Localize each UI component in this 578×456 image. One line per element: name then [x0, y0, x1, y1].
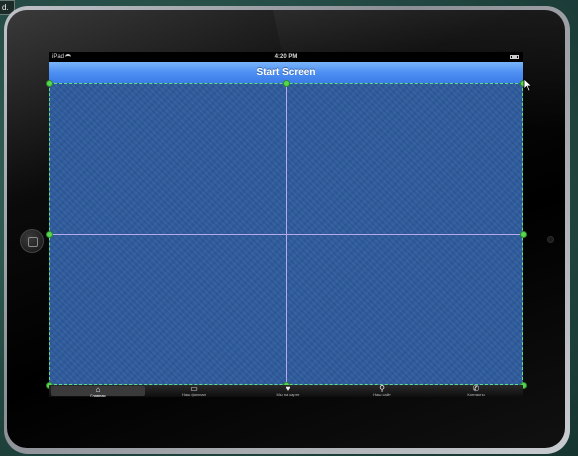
- device-screen: iPad 4:20 PM Start Screen ⌂ Главная ▭ На…: [46, 52, 527, 398]
- tab-branch[interactable]: ▭ Наш филиал: [147, 385, 241, 397]
- selection-outline: [49, 83, 523, 385]
- resize-handle-top-left[interactable]: [46, 80, 53, 87]
- status-bar: iPad 4:20 PM: [49, 52, 523, 62]
- tab-contacts[interactable]: ✆ Контакты: [429, 385, 523, 397]
- camera-icon: [547, 236, 554, 243]
- home-button[interactable]: [20, 229, 44, 253]
- resize-handle-middle-left[interactable]: [46, 231, 53, 238]
- tab-label: Контакты: [467, 392, 485, 397]
- tab-label: Наш филиал: [181, 392, 207, 397]
- tab-label: Главная: [90, 393, 106, 398]
- tab-bar: ⌂ Главная ▭ Наш филиал ♥ Мы на карте ⚲ Н…: [49, 385, 523, 398]
- battery-icon: [510, 55, 519, 59]
- nav-title: Start Screen: [256, 67, 316, 78]
- tab-map[interactable]: ♥ Мы на карте: [241, 385, 335, 397]
- content-view[interactable]: [46, 80, 527, 389]
- resize-handle-middle-right[interactable]: [520, 231, 527, 238]
- mouse-cursor-icon: [523, 78, 533, 92]
- tab-site[interactable]: ⚲ Наш сайт: [335, 385, 429, 397]
- status-time: 4:20 PM: [274, 54, 298, 60]
- tab-home[interactable]: ⌂ Главная: [51, 386, 145, 398]
- resize-handle-top-center[interactable]: [283, 80, 290, 87]
- tab-label: Мы на карте: [276, 392, 300, 397]
- tab-label: Наш сайт: [373, 392, 391, 397]
